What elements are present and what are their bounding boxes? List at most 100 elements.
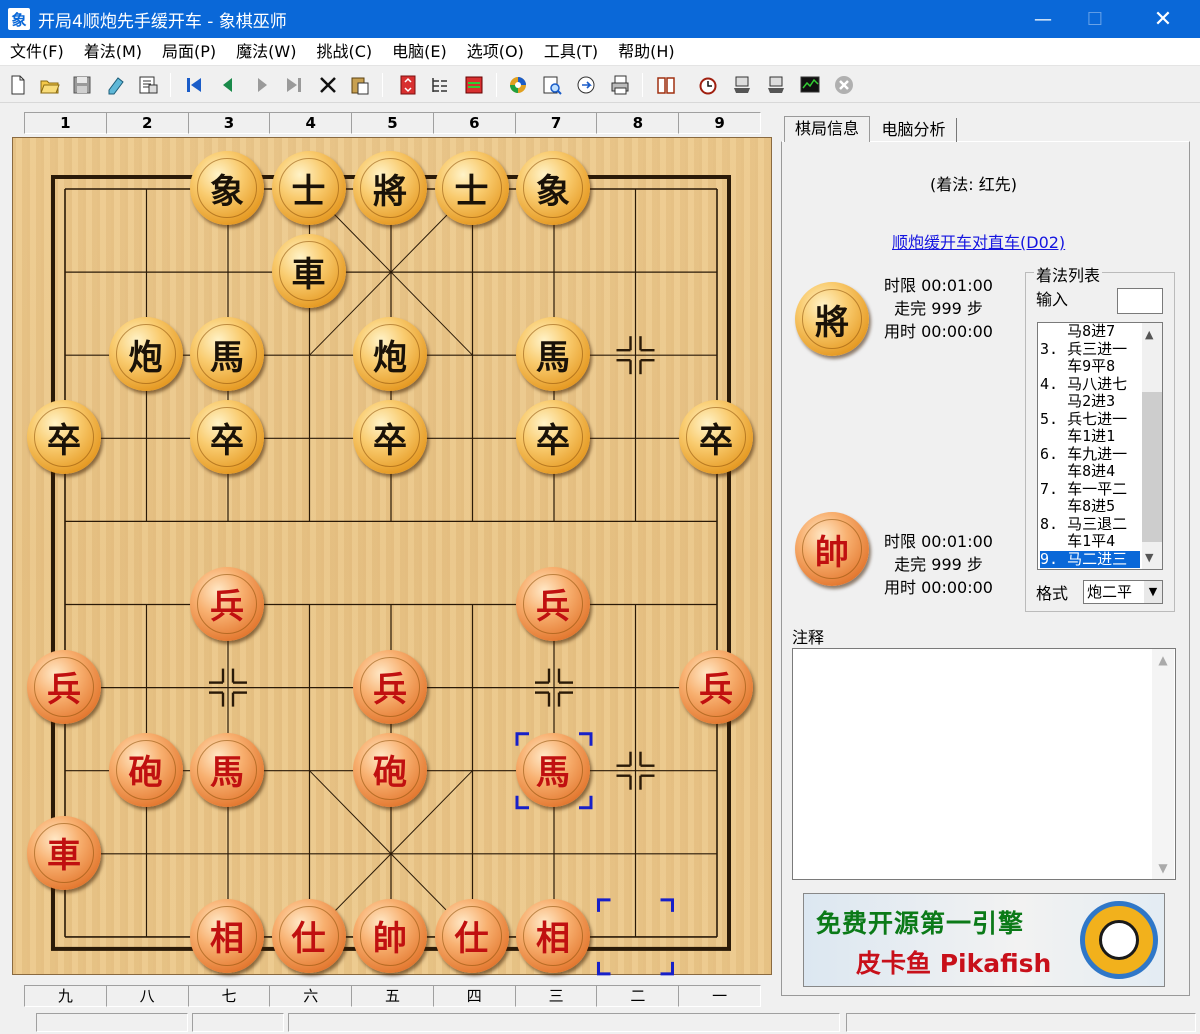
- evaluate-icon[interactable]: [464, 75, 484, 95]
- save-icon[interactable]: [72, 75, 92, 95]
- black-piece[interactable]: 卒: [516, 400, 590, 475]
- analysis-icon[interactable]: [800, 75, 820, 95]
- piece-char: 帥: [373, 919, 407, 960]
- red-piece[interactable]: 車: [27, 815, 101, 890]
- black-piece[interactable]: 象: [516, 151, 590, 225]
- red-piece[interactable]: 兵: [516, 566, 590, 641]
- tab-computer-analysis[interactable]: 电脑分析: [871, 118, 957, 142]
- scroll-up-icon[interactable]: ▲: [1145, 328, 1153, 341]
- format-select[interactable]: 炮二平 ▼: [1083, 580, 1163, 604]
- tab-game-info[interactable]: 棋局信息: [784, 116, 870, 142]
- red-piece[interactable]: 兵: [353, 649, 427, 724]
- print-icon[interactable]: [610, 75, 630, 95]
- export-icon[interactable]: [576, 75, 596, 95]
- move-list-item[interactable]: 马8进7: [1040, 323, 1140, 341]
- maximize-button[interactable]: ☐: [1072, 0, 1118, 38]
- move-list-item[interactable]: 车9平8: [1040, 357, 1140, 376]
- chess-board[interactable]: [12, 137, 772, 976]
- paste-icon[interactable]: [350, 75, 370, 95]
- red-piece[interactable]: 馬: [190, 732, 264, 807]
- black-piece[interactable]: 卒: [27, 400, 101, 475]
- red-piece[interactable]: 兵: [190, 566, 264, 641]
- flip-board-icon[interactable]: [398, 75, 418, 95]
- computer-black-icon[interactable]: [732, 75, 752, 95]
- black-piece[interactable]: 炮: [353, 317, 427, 392]
- red-piece[interactable]: 相: [516, 898, 590, 973]
- piece-char: 馬: [536, 337, 570, 378]
- properties-icon[interactable]: [138, 75, 158, 95]
- book-icon[interactable]: [656, 75, 676, 95]
- black-piece[interactable]: 卒: [190, 400, 264, 475]
- computer-red-icon[interactable]: [766, 75, 786, 95]
- menu-options[interactable]: 选项(O): [457, 38, 534, 66]
- menu-computer[interactable]: 电脑(E): [382, 38, 457, 66]
- first-move-icon[interactable]: [184, 75, 204, 95]
- next-move-icon[interactable]: [252, 75, 272, 95]
- black-piece[interactable]: 卒: [353, 400, 427, 475]
- move-tree-icon[interactable]: [430, 75, 450, 95]
- red-piece[interactable]: 砲: [108, 732, 183, 807]
- move-list-item[interactable]: 3. 兵三进一: [1040, 340, 1140, 359]
- black-piece[interactable]: 炮: [108, 317, 183, 392]
- menu-challenge[interactable]: 挑战(C): [306, 38, 382, 66]
- move-list-item[interactable]: 7. 车一平二: [1040, 480, 1140, 499]
- black-piece[interactable]: 士: [271, 151, 346, 225]
- move-list-item[interactable]: 车1进1: [1040, 427, 1140, 446]
- move-list-item[interactable]: 马2进3: [1040, 392, 1140, 411]
- move-input-field[interactable]: [1117, 288, 1163, 314]
- prev-move-icon[interactable]: [218, 75, 238, 95]
- menu-help[interactable]: 帮助(H): [608, 38, 685, 66]
- black-piece[interactable]: 象: [190, 151, 264, 225]
- red-piece[interactable]: 帥: [353, 898, 427, 973]
- black-piece[interactable]: 士: [434, 151, 509, 225]
- red-piece[interactable]: 兵: [679, 649, 753, 724]
- last-move-from-marker: [597, 898, 611, 912]
- red-piece[interactable]: 砲: [353, 732, 427, 807]
- piece-char: 兵: [210, 587, 244, 627]
- move-note: (着法: 红先): [930, 175, 1017, 194]
- menu-magic[interactable]: 魔法(W): [226, 38, 306, 66]
- move-list-item[interactable]: 9. 马二进三: [1040, 550, 1140, 568]
- move-list-item[interactable]: 6. 车九进一: [1040, 445, 1140, 464]
- new-icon[interactable]: [8, 75, 28, 95]
- last-move-icon[interactable]: [284, 75, 304, 95]
- move-list-item[interactable]: 5. 兵七进一: [1040, 410, 1140, 429]
- red-piece[interactable]: 馬: [516, 732, 590, 807]
- scroll-down-icon[interactable]: ▼: [1145, 551, 1153, 564]
- red-piece[interactable]: 仕: [271, 898, 346, 973]
- notes-scrollbar[interactable]: ▲ ▼: [1152, 649, 1174, 879]
- open-icon[interactable]: [40, 75, 60, 95]
- black-piece[interactable]: 馬: [190, 317, 264, 392]
- scrollbar-thumb[interactable]: [1142, 392, 1162, 542]
- search-icon[interactable]: [542, 75, 562, 95]
- menu-file[interactable]: 文件(F): [0, 38, 74, 66]
- red-piece[interactable]: 兵: [27, 649, 101, 724]
- delete-icon[interactable]: [318, 75, 338, 95]
- move-list-item[interactable]: 4. 马八进七: [1040, 375, 1140, 394]
- move-list-item[interactable]: 8. 马三退二: [1040, 515, 1140, 534]
- close-button[interactable]: ✕: [1140, 0, 1186, 38]
- menu-move[interactable]: 着法(M): [74, 38, 152, 66]
- minimize-button[interactable]: —: [1020, 0, 1066, 38]
- move-list-item[interactable]: 车8进4: [1040, 462, 1140, 481]
- red-piece[interactable]: 相: [190, 898, 264, 973]
- black-piece[interactable]: 卒: [679, 400, 753, 475]
- piece-char: 砲: [373, 753, 407, 794]
- stop-icon[interactable]: [834, 75, 854, 95]
- time-limit: 时限 00:01:00: [884, 532, 993, 551]
- menu-position[interactable]: 局面(P): [152, 38, 226, 66]
- menu-tools[interactable]: 工具(T): [534, 38, 608, 66]
- timer-icon[interactable]: [698, 75, 718, 95]
- edit-icon[interactable]: [106, 75, 126, 95]
- opening-link[interactable]: 顺炮缓开车对直车(D02): [892, 229, 1065, 253]
- engine-icon[interactable]: [508, 75, 528, 95]
- red-piece[interactable]: 仕: [434, 898, 509, 973]
- time-used: 用时 00:00:00: [884, 322, 993, 341]
- black-piece[interactable]: 將: [353, 151, 427, 225]
- move-list-item[interactable]: 车8进5: [1040, 497, 1140, 516]
- notes-textarea[interactable]: [792, 648, 1176, 880]
- black-piece[interactable]: 馬: [516, 317, 590, 392]
- pikafish-banner[interactable]: 免费开源第一引擎 皮卡鱼 Pikafish: [803, 893, 1165, 987]
- black-piece[interactable]: 車: [271, 234, 346, 309]
- move-list-item[interactable]: 车1平4: [1040, 532, 1140, 551]
